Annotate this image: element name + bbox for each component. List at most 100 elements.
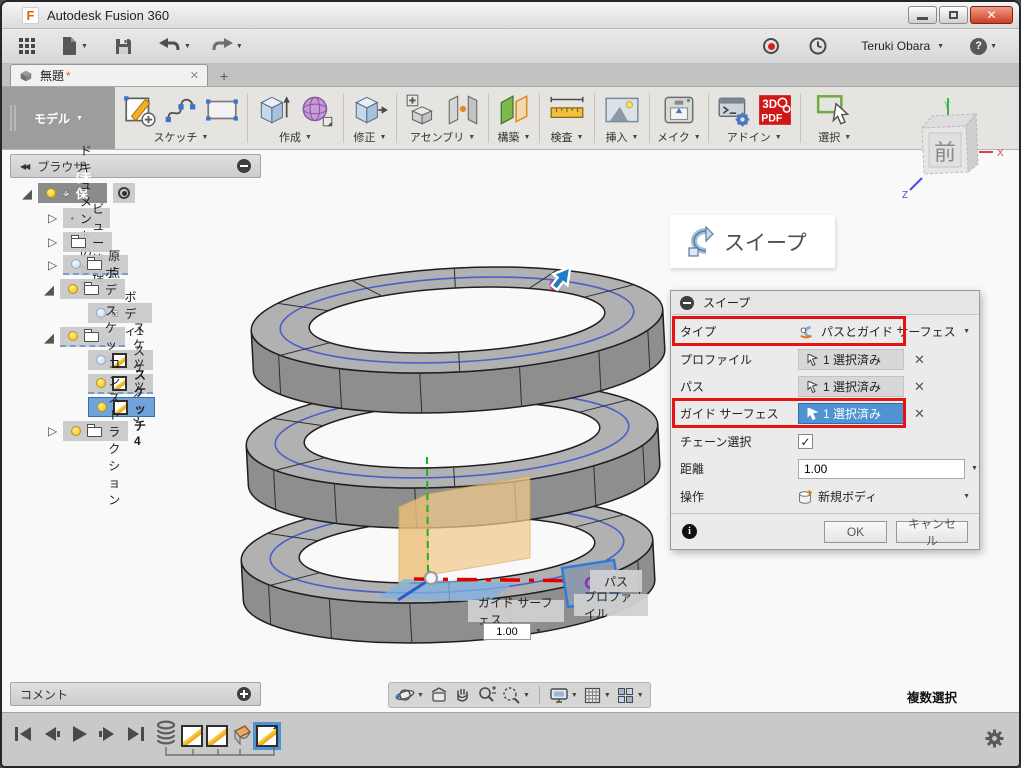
dropdown-icon[interactable]: ▼ xyxy=(571,692,578,699)
maximize-button[interactable] xyxy=(939,6,968,24)
close-button[interactable]: ✕ xyxy=(970,6,1013,24)
group-label-construct[interactable]: 構築 xyxy=(498,129,520,145)
step-forward-button[interactable] xyxy=(98,725,117,743)
group-label-inspect[interactable]: 検査 xyxy=(551,129,573,145)
go-to-start-button[interactable] xyxy=(14,725,33,743)
visibility-bulb-icon[interactable] xyxy=(97,402,107,412)
profile-selection-tag[interactable]: プロファイル xyxy=(574,594,648,616)
app-menu-button[interactable] xyxy=(12,34,42,58)
path-clear-icon[interactable]: ✕ xyxy=(914,379,925,395)
look-at-button[interactable] xyxy=(430,687,448,703)
rectangle-tool-icon[interactable] xyxy=(204,92,240,128)
tree-row-view-mgmt[interactable]: ▷ ビュー管理 xyxy=(48,232,112,252)
view-cube[interactable]: Y 前 X Z xyxy=(898,98,1018,218)
pan-button[interactable] xyxy=(454,687,471,704)
select-tool-icon[interactable] xyxy=(815,92,855,128)
tree-row-construction[interactable]: ▷ コンストラクション xyxy=(48,421,128,441)
guide-select-button[interactable]: 1 選択済み xyxy=(798,403,904,424)
group-label-insert[interactable]: 挿入 xyxy=(606,129,628,145)
group-label-modify[interactable]: 修正 xyxy=(354,129,376,145)
sweep-dialog[interactable]: スイープ タイプ パスとガイド サーフェス ▼ プロファイル xyxy=(670,290,980,550)
info-icon[interactable]: i xyxy=(682,524,697,539)
chain-checkbox[interactable]: ✓ xyxy=(798,434,813,449)
operation-value[interactable]: 新規ボディ xyxy=(818,488,877,505)
viewcube-front-label[interactable]: 前 xyxy=(934,140,956,165)
help-menu[interactable]: ? ▼ xyxy=(964,35,1003,58)
3d-viewport[interactable]: Y 前 X Z ◀◀ ブラウザ ◢ xyxy=(2,150,1019,712)
guide-clear-icon[interactable]: ✕ xyxy=(914,406,925,422)
job-status-button[interactable] xyxy=(757,35,785,57)
play-button[interactable] xyxy=(70,725,89,743)
group-label-assemble[interactable]: アセンブリ xyxy=(410,129,464,145)
display-settings-button[interactable]: ▼ xyxy=(549,687,578,704)
group-label-make[interactable]: メイク xyxy=(657,129,690,145)
visibility-bulb-icon[interactable] xyxy=(46,188,56,198)
press-pull-icon[interactable] xyxy=(351,92,389,128)
scripts-addins-icon[interactable] xyxy=(716,92,752,128)
profile-clear-icon[interactable]: ✕ xyxy=(914,352,925,368)
rollback-marker-icon[interactable] xyxy=(273,725,278,729)
tree-row-sketches[interactable]: ◢ スケッチ xyxy=(44,327,125,347)
new-component-icon[interactable] xyxy=(404,92,440,128)
coil-feature-icon[interactable] xyxy=(154,719,178,747)
file-menu-button[interactable]: ▼ xyxy=(54,33,94,59)
distance-input[interactable] xyxy=(798,459,965,479)
active-sketch-feature-icon[interactable] xyxy=(256,725,278,747)
create-form-icon[interactable] xyxy=(298,92,336,128)
dropdown-icon[interactable]: ▼ xyxy=(963,328,970,335)
comment-panel-header[interactable]: コメント xyxy=(10,682,261,706)
workspace-selector[interactable]: モデル ▼ xyxy=(2,87,115,149)
viewports-button[interactable]: ▼ xyxy=(617,687,644,704)
type-value[interactable]: パスとガイド サーフェス xyxy=(821,323,956,340)
extrude-icon[interactable] xyxy=(255,92,293,128)
expand-icon[interactable]: ▷ xyxy=(48,236,57,248)
tree-row-sketch4[interactable]: スケッチ4 xyxy=(88,397,155,417)
expand-icon[interactable]: ▷ xyxy=(48,212,57,224)
group-label-select[interactable]: 選択 xyxy=(818,129,840,145)
sweep-feature-icon[interactable] xyxy=(231,723,253,747)
origin-point[interactable] xyxy=(425,572,437,584)
spline-icon[interactable] xyxy=(163,92,199,128)
step-back-button[interactable] xyxy=(42,725,61,743)
timeline-settings-gear-icon[interactable] xyxy=(985,729,1004,748)
collapse-panel-icon[interactable]: ◀◀ xyxy=(20,162,28,171)
tree-row-bodies[interactable]: ◢ ボディ xyxy=(44,279,125,299)
expand-icon[interactable]: ▷ xyxy=(48,259,57,271)
add-comment-icon[interactable] xyxy=(237,687,251,701)
go-to-end-button[interactable] xyxy=(126,725,145,743)
browser-panel-header[interactable]: ◀◀ ブラウザ xyxy=(10,154,261,178)
construction-plane-icon[interactable] xyxy=(496,92,532,128)
ok-button[interactable]: OK xyxy=(824,521,887,543)
grid-snap-button[interactable]: ▼ xyxy=(584,687,611,704)
visibility-bulb-icon[interactable] xyxy=(96,378,106,388)
dropdown-icon[interactable]: ▼ xyxy=(963,493,970,500)
notifications-button[interactable] xyxy=(803,34,833,58)
new-tab-button[interactable]: + xyxy=(220,68,228,84)
collapse-dialog-icon[interactable] xyxy=(680,296,694,310)
cancel-button[interactable]: キャンセル xyxy=(896,521,968,543)
visibility-bulb-icon[interactable] xyxy=(71,259,81,269)
create-sketch-icon[interactable] xyxy=(122,92,158,128)
sketch-feature-icon[interactable] xyxy=(206,725,228,747)
tree-row-root[interactable]: ◢ (未保存) xyxy=(22,183,135,203)
expand-icon[interactable]: ◢ xyxy=(22,187,32,200)
visibility-bulb-icon[interactable] xyxy=(71,426,81,436)
group-label-sketch[interactable]: スケッチ xyxy=(154,129,198,145)
save-button[interactable] xyxy=(108,34,139,59)
group-label-create[interactable]: 作成 xyxy=(279,129,301,145)
minimize-panel-icon[interactable] xyxy=(237,159,251,173)
sketch-feature-icon[interactable] xyxy=(181,725,203,747)
minimize-button[interactable] xyxy=(908,6,937,24)
path-select-button[interactable]: 1 選択済み xyxy=(798,376,904,397)
account-menu[interactable]: Teruki Obara ▼ xyxy=(851,36,950,56)
dropdown-icon[interactable]: ▼ xyxy=(604,692,611,699)
tab-close-icon[interactable]: ✕ xyxy=(190,69,199,82)
profile-select-button[interactable]: 1 選択済み xyxy=(798,349,904,370)
visibility-bulb-icon[interactable] xyxy=(68,331,78,341)
dialog-header[interactable]: スイープ xyxy=(671,291,979,315)
dropdown-icon[interactable]: ▼ xyxy=(637,692,644,699)
dropdown-icon[interactable]: ▼ xyxy=(535,628,542,635)
visibility-bulb-icon[interactable] xyxy=(68,284,78,294)
expand-icon[interactable]: ◢ xyxy=(44,283,54,296)
orbit-button[interactable]: ▼ xyxy=(395,686,424,704)
